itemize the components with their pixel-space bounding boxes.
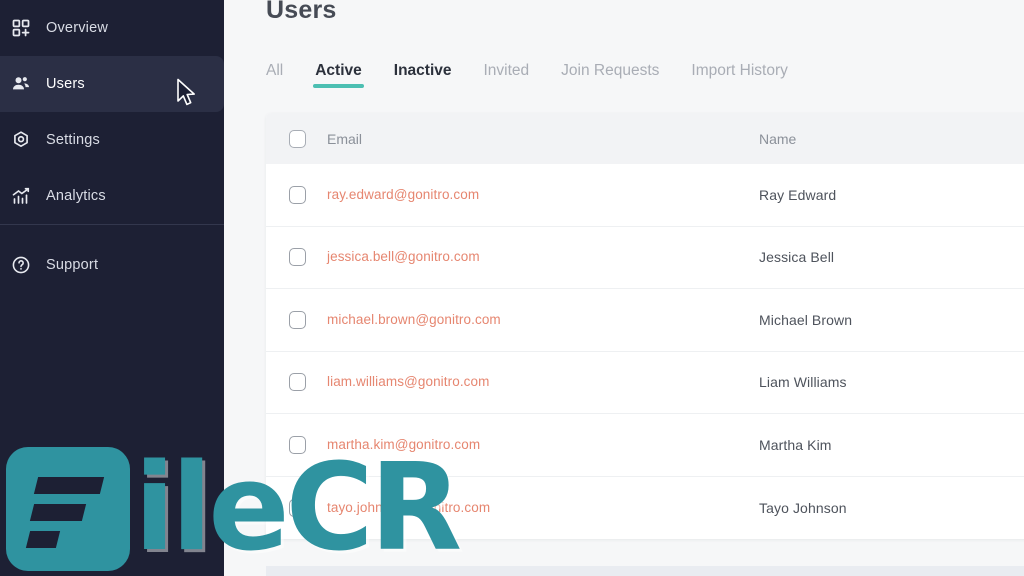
- table-row[interactable]: martha.kim@gonitro.com Martha Kim: [266, 414, 1024, 477]
- tab-bar: All Active Inactive Invited Join Request…: [266, 62, 804, 92]
- tab-join-requests[interactable]: Join Requests: [545, 62, 675, 92]
- row-checkbox[interactable]: [289, 248, 306, 267]
- select-all-cell: [289, 129, 327, 148]
- row-select-cell: [289, 498, 327, 517]
- page-title: Users: [266, 0, 337, 24]
- cell-name: Michael Brown: [759, 311, 853, 328]
- table-row[interactable]: tayo.johnson@gonitro.com Tayo Johnson: [266, 476, 1024, 539]
- app-window: Overview Users Settings Analytics Suppor…: [0, 0, 1024, 576]
- cell-email: ray.edward@gonitro.com: [327, 186, 759, 204]
- row-select-cell: [289, 373, 327, 392]
- cell-name: Martha Kim: [759, 436, 832, 453]
- table-row[interactable]: michael.brown@gonitro.com Michael Brown: [266, 289, 1024, 352]
- row-checkbox[interactable]: [289, 373, 306, 392]
- grid-plus-icon: [10, 17, 32, 39]
- row-select-cell: [289, 310, 327, 329]
- cell-email: tayo.johnson@gonitro.com: [327, 499, 759, 517]
- users-table-card: Email Name ray.edward@gonitro.com Ray Ed…: [266, 113, 1024, 539]
- sidebar-item-overview[interactable]: Overview: [0, 0, 224, 56]
- cell-name: Tayo Johnson: [759, 499, 847, 516]
- sidebar: Overview Users Settings Analytics Suppor…: [0, 0, 224, 576]
- chart-icon: [10, 185, 32, 207]
- gear-icon: [10, 129, 32, 151]
- cell-email: liam.williams@gonitro.com: [327, 373, 759, 391]
- sidebar-support-group: Support: [0, 225, 224, 293]
- email-link[interactable]: ray.edward@gonitro.com: [327, 187, 479, 202]
- sidebar-item-analytics[interactable]: Analytics: [0, 168, 224, 224]
- sidebar-item-label: Overview: [46, 20, 109, 36]
- tab-inactive[interactable]: Inactive: [378, 62, 468, 92]
- sidebar-item-support[interactable]: Support: [0, 237, 224, 293]
- tab-import-history[interactable]: Import History: [675, 62, 803, 92]
- row-select-cell: [289, 248, 327, 267]
- sidebar-item-label: Settings: [46, 132, 100, 148]
- cell-name: Ray Edward: [759, 186, 837, 203]
- cell-name: Jessica Bell: [759, 249, 835, 266]
- table-row[interactable]: ray.edward@gonitro.com Ray Edward: [266, 164, 1024, 227]
- email-link[interactable]: tayo.johnson@gonitro.com: [327, 500, 490, 515]
- email-link[interactable]: martha.kim@gonitro.com: [327, 437, 480, 452]
- email-link[interactable]: michael.brown@gonitro.com: [327, 312, 501, 327]
- help-circle-icon: [10, 254, 32, 276]
- cell-email: jessica.bell@gonitro.com: [327, 248, 759, 266]
- sidebar-item-label: Analytics: [46, 188, 106, 204]
- table-row[interactable]: jessica.bell@gonitro.com Jessica Bell: [266, 226, 1024, 289]
- cell-email: martha.kim@gonitro.com: [327, 436, 759, 454]
- row-select-cell: [289, 435, 327, 454]
- email-link[interactable]: jessica.bell@gonitro.com: [327, 249, 480, 264]
- column-header-email[interactable]: Email: [327, 131, 759, 147]
- table-header-row: Email Name: [266, 113, 1024, 164]
- main-content: Users All Active Inactive Invited Join R…: [224, 0, 1024, 576]
- sidebar-item-settings[interactable]: Settings: [0, 112, 224, 168]
- row-checkbox[interactable]: [289, 185, 306, 204]
- column-header-name[interactable]: Name: [759, 131, 1024, 147]
- tab-active[interactable]: Active: [299, 62, 378, 92]
- row-checkbox[interactable]: [289, 435, 306, 454]
- row-select-cell: [289, 185, 327, 204]
- email-link[interactable]: liam.williams@gonitro.com: [327, 374, 490, 389]
- tab-invited[interactable]: Invited: [468, 62, 546, 92]
- sidebar-item-users[interactable]: Users: [0, 56, 224, 112]
- sidebar-item-label: Users: [46, 76, 85, 92]
- row-checkbox[interactable]: [289, 310, 306, 329]
- tab-all[interactable]: All: [266, 62, 299, 92]
- cell-name: Liam Williams: [759, 374, 847, 391]
- cell-email: michael.brown@gonitro.com: [327, 311, 759, 329]
- table-row[interactable]: liam.williams@gonitro.com Liam Williams: [266, 351, 1024, 414]
- table-card-bottom-edge: [266, 566, 1024, 576]
- users-icon: [10, 73, 32, 95]
- select-all-checkbox[interactable]: [289, 129, 306, 148]
- sidebar-item-label: Support: [46, 257, 99, 273]
- sidebar-nav-list: Overview Users Settings Analytics: [0, 0, 224, 224]
- row-checkbox[interactable]: [289, 498, 306, 517]
